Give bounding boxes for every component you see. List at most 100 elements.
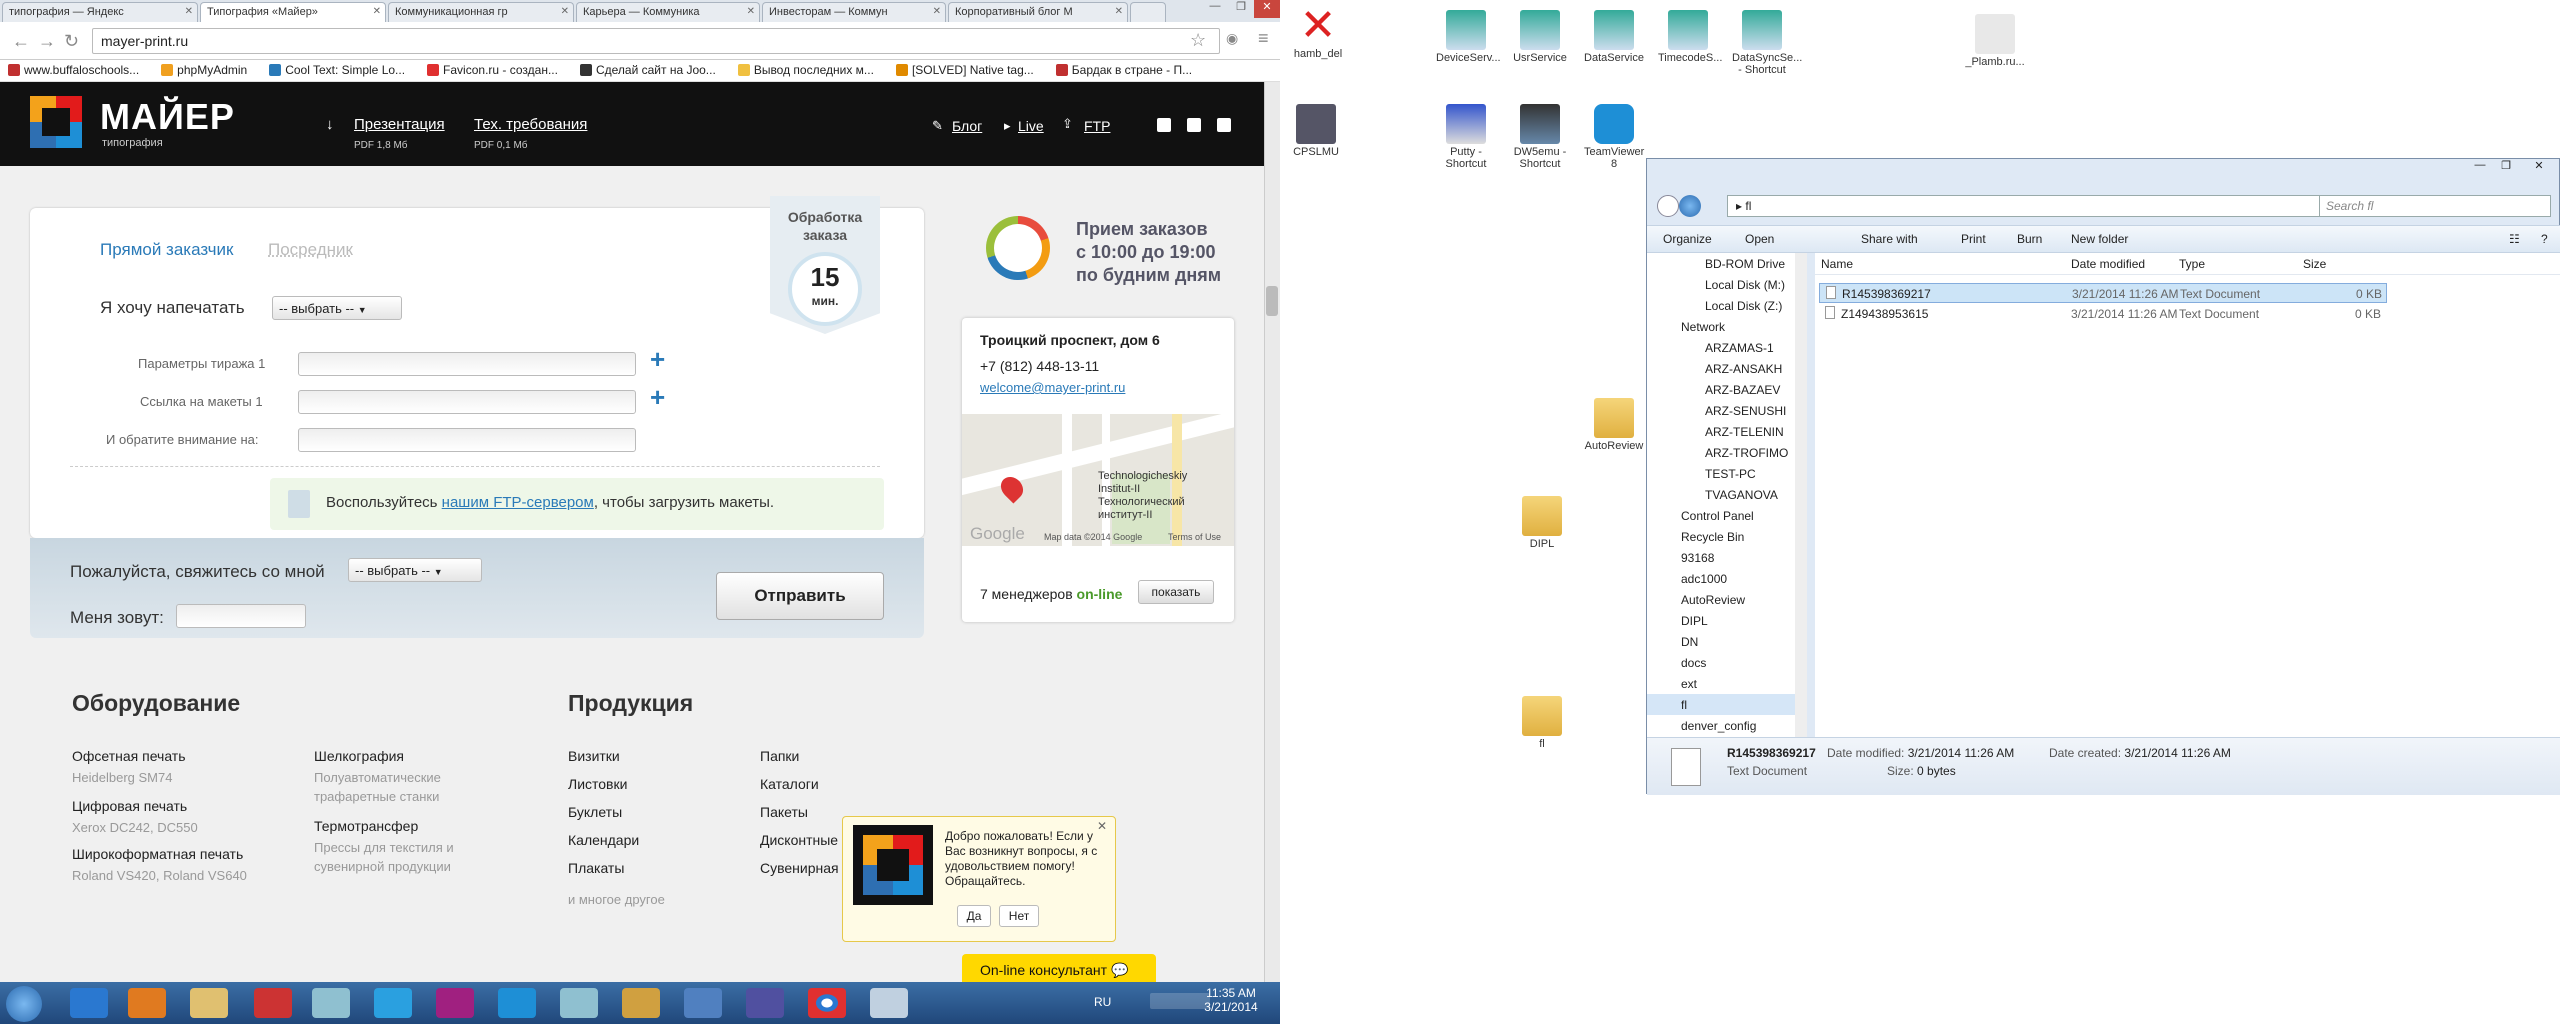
facebook-icon[interactable] xyxy=(1187,118,1201,132)
app-icon[interactable] xyxy=(870,988,908,1018)
product-link[interactable]: Пакеты xyxy=(760,804,808,820)
nav-item[interactable]: Recycle Bin xyxy=(1647,526,1807,547)
back-icon[interactable] xyxy=(1657,195,1679,217)
nav-item[interactable]: AutoReview xyxy=(1647,589,1807,610)
nav-item[interactable]: ARZAMAS-1 xyxy=(1647,337,1807,358)
nav-item[interactable]: ARZ-SENUSHI xyxy=(1647,400,1807,421)
more-products-link[interactable]: и многое другое xyxy=(568,890,665,909)
desktop-icon[interactable]: AutoReview xyxy=(1584,398,1644,452)
desktop-icon[interactable]: DeviceServ... xyxy=(1436,10,1501,64)
desktop-icon[interactable]: Putty - Shortcut xyxy=(1436,104,1496,170)
forward-icon[interactable] xyxy=(1679,195,1701,217)
browser-tab[interactable]: типография — Яндекс ✕ xyxy=(2,2,198,22)
twitter-icon[interactable] xyxy=(1217,118,1231,132)
equipment-item[interactable]: Цифровая печать xyxy=(72,798,187,814)
equipment-item[interactable]: Офсетная печать xyxy=(72,748,186,764)
new-folder-button[interactable]: New folder xyxy=(2071,232,2128,246)
product-link[interactable]: Дисконтные xyxy=(760,832,838,848)
maximize-icon[interactable]: ❐ xyxy=(1228,0,1254,18)
app-icon[interactable] xyxy=(684,988,722,1018)
nav-item[interactable]: docs xyxy=(1647,652,1807,673)
desktop-icon[interactable]: DataService xyxy=(1584,10,1644,64)
nav-scrollbar[interactable] xyxy=(1795,253,1807,737)
minimize-icon[interactable]: — xyxy=(2467,159,2493,177)
product-link[interactable]: Визитки xyxy=(568,748,620,764)
organize-button[interactable]: Organize xyxy=(1663,232,1712,246)
equipment-item[interactable]: Термотрансфер xyxy=(314,818,418,834)
nav-item[interactable]: 93168 xyxy=(1647,547,1807,568)
app-icon[interactable] xyxy=(312,988,350,1018)
params-input[interactable] xyxy=(298,352,636,376)
nav-item[interactable]: DIPL xyxy=(1647,610,1807,631)
tech-requirements-link[interactable]: Тех. требования xyxy=(474,116,587,133)
scrollbar[interactable] xyxy=(1264,82,1280,982)
nav-item[interactable]: ARZ-BAZAEV xyxy=(1647,379,1807,400)
popup-yes-button[interactable]: Да xyxy=(957,905,991,927)
attention-input[interactable] xyxy=(298,428,636,452)
nav-item[interactable]: ARZ-ANSAKH xyxy=(1647,358,1807,379)
ie-icon[interactable] xyxy=(70,988,108,1018)
skype-icon[interactable] xyxy=(374,988,412,1018)
print-button[interactable]: Print xyxy=(1961,232,1986,246)
reload-icon[interactable]: ↻ xyxy=(64,31,79,52)
nav-item[interactable]: ARZ-TELENIN xyxy=(1647,421,1807,442)
map[interactable]: Technologicheskiy Institut-II Технологич… xyxy=(962,414,1234,546)
language-indicator[interactable]: RU xyxy=(1094,995,1111,1009)
column-size[interactable]: Size xyxy=(2303,257,2326,271)
app-icon[interactable] xyxy=(560,988,598,1018)
table-row[interactable]: Z149438953615 3/21/2014 11:26 AM Text Do… xyxy=(1819,304,2387,324)
vk-icon[interactable] xyxy=(1157,118,1171,132)
desktop-icon[interactable]: TeamViewer 8 xyxy=(1584,104,1644,170)
chrome-icon[interactable] xyxy=(808,988,846,1018)
tab-agent[interactable]: Посредник xyxy=(268,240,353,260)
browser-tab-active[interactable]: Типография «Майер» ✕ xyxy=(200,2,386,23)
product-link[interactable]: Плакаты xyxy=(568,860,624,876)
submit-button[interactable]: Отправить xyxy=(716,572,884,620)
open-button[interactable]: Open xyxy=(1745,232,1774,246)
help-icon[interactable]: ? xyxy=(2541,232,2548,246)
mayer-logo-icon[interactable] xyxy=(30,96,82,148)
explorer-search-input[interactable]: Search fl xyxy=(2319,195,2551,217)
desktop-icon[interactable]: fl xyxy=(1512,696,1572,750)
forward-icon[interactable]: → xyxy=(38,31,56,52)
nav-item[interactable]: Network xyxy=(1647,316,1807,337)
browser-tab[interactable]: Инвесторам — Коммун ✕ xyxy=(762,2,946,22)
bookmark[interactable]: www.buffaloschools... xyxy=(8,63,139,77)
close-icon[interactable]: ✕ xyxy=(933,6,941,17)
email-link[interactable]: welcome@mayer-print.ru xyxy=(980,380,1125,395)
nav-item[interactable]: DN xyxy=(1647,631,1807,652)
desktop-icon[interactable]: ✕ hamb_del xyxy=(1288,4,1348,61)
nav-item[interactable]: TEST-PC xyxy=(1647,463,1807,484)
scrollbar-thumb[interactable] xyxy=(1266,286,1278,316)
add-params-icon[interactable]: + xyxy=(650,344,665,375)
clock[interactable]: 11:35 AM 3/21/2014 xyxy=(1200,986,1262,1014)
menu-icon[interactable]: ≡ xyxy=(1258,28,1269,49)
nav-item[interactable]: ext xyxy=(1647,673,1807,694)
tab-direct-customer[interactable]: Прямой заказчик xyxy=(100,240,233,260)
show-managers-button[interactable]: показать xyxy=(1138,580,1214,604)
app-icon[interactable] xyxy=(254,988,292,1018)
layouts-input[interactable] xyxy=(298,390,636,414)
bookmark[interactable]: Вывод последних м... xyxy=(737,63,874,77)
equipment-item[interactable]: Широкоформатная печать xyxy=(72,846,243,862)
product-select[interactable]: -- выбрать -- ▼ xyxy=(272,296,402,320)
back-icon[interactable]: ← xyxy=(12,31,30,52)
bookmark[interactable]: Favicon.ru - создан... xyxy=(427,63,558,77)
bookmark[interactable]: Сделай сайт на Joo... xyxy=(579,63,716,77)
column-date[interactable]: Date modified xyxy=(2071,257,2145,271)
table-row-selected[interactable]: R145398369217 3/21/2014 11:26 AM Text Do… xyxy=(1819,283,2387,303)
app-icon[interactable] xyxy=(498,988,536,1018)
name-input[interactable] xyxy=(176,604,306,628)
nav-item[interactable]: TVAGANOVA xyxy=(1647,484,1807,505)
browser-tab[interactable]: Карьера — Коммуника ✕ xyxy=(576,2,760,22)
star-icon[interactable]: ☆ xyxy=(1190,30,1206,51)
media-player-icon[interactable] xyxy=(128,988,166,1018)
product-link[interactable]: Каталоги xyxy=(760,776,819,792)
close-icon[interactable]: ✕ xyxy=(1115,6,1123,17)
nav-item[interactable]: adc1000 xyxy=(1647,568,1807,589)
desktop-icon[interactable]: _Plamb.ru... xyxy=(1960,14,2030,68)
column-name[interactable]: Name xyxy=(1821,257,1853,271)
contact-method-select[interactable]: -- выбрать -- ▼ xyxy=(348,558,482,582)
presentation-link[interactable]: Презентация xyxy=(354,116,445,133)
logo-name[interactable]: МАЙЕР xyxy=(100,96,235,138)
